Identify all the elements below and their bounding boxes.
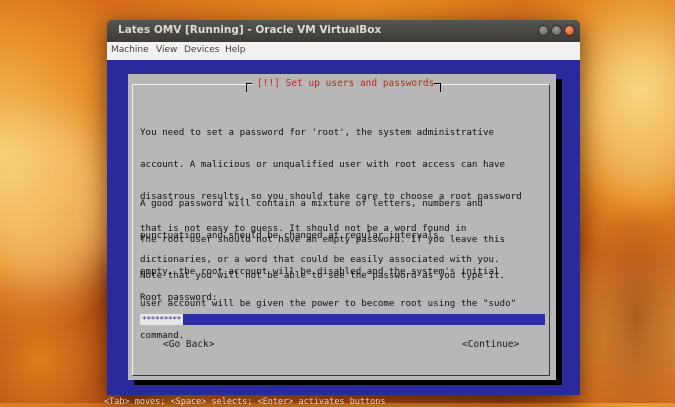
text-line: account. A malicious or unqualified user… (140, 158, 506, 170)
dialog-title: [!!] Set up users and passwords (252, 78, 440, 89)
menubar: Machine View Devices Help (107, 42, 580, 60)
root-password-label: Root password: (140, 292, 218, 303)
virtualbox-window: Lates OMV [Running] - Oracle VM VirtualB… (107, 20, 580, 395)
desktop: { "window": { "title": "Lates OMV [Runni… (0, 0, 675, 407)
maximize-icon[interactable] (551, 25, 562, 36)
text-line: A good password will contain a mixture o… (140, 198, 483, 210)
close-icon[interactable] (564, 25, 575, 36)
menu-help[interactable]: Help (225, 45, 246, 55)
password-masked-value: ********* (140, 314, 183, 325)
window-title: Lates OMV [Running] - Oracle VM VirtualB… (118, 24, 382, 36)
password-note: Note that you will not be able to see th… (140, 270, 506, 281)
text-line: The root user should not have an empty p… (140, 234, 506, 246)
window-titlebar[interactable]: Lates OMV [Running] - Oracle VM VirtualB… (107, 20, 580, 42)
menu-machine[interactable]: Machine (111, 45, 149, 55)
continue-button[interactable]: <Continue> (462, 339, 519, 350)
text-line: You need to set a password for 'root', t… (140, 127, 495, 139)
menu-view[interactable]: View (156, 45, 177, 55)
wallpaper-shade (580, 200, 675, 403)
keyboard-help-text: <Tab> moves; <Space> selects; <Enter> ac… (104, 397, 386, 407)
wallpaper-glow (590, 40, 675, 200)
installer-dialog: [!!] Set up users and passwords You need… (128, 74, 556, 380)
wallpaper-glow (0, 120, 120, 290)
title-edge-right (434, 83, 441, 92)
menu-devices[interactable]: Devices (184, 45, 219, 55)
root-password-input[interactable]: ********* (140, 314, 545, 325)
go-back-button[interactable]: <Go Back> (163, 339, 214, 350)
minimize-icon[interactable] (538, 25, 549, 36)
vm-display[interactable]: [!!] Set up users and passwords You need… (107, 60, 580, 395)
